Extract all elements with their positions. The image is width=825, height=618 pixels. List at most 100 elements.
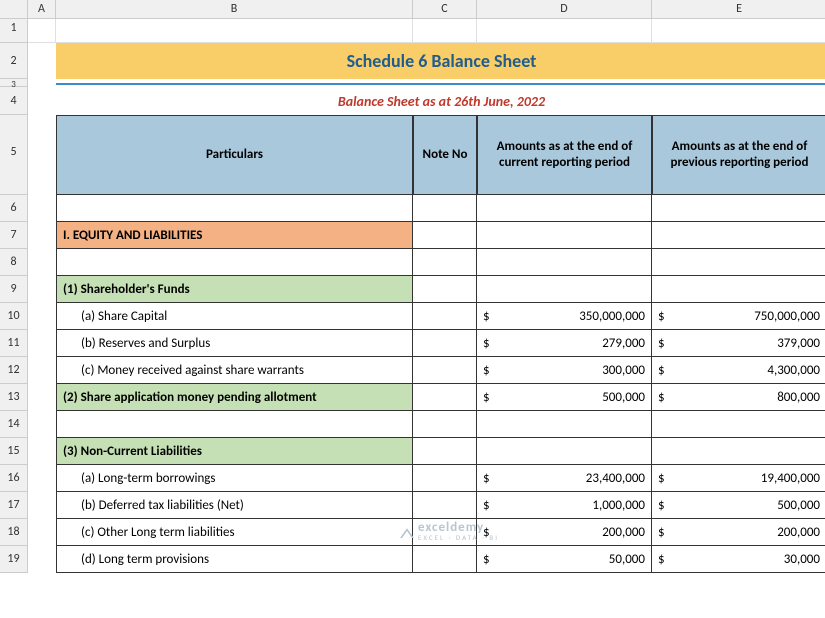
header-particulars[interactable]: Particulars [56, 115, 413, 195]
particulars-cell[interactable]: (2) Share application money pending allo… [56, 384, 413, 411]
cell[interactable] [28, 303, 56, 330]
amount-current-cell[interactable] [477, 276, 652, 303]
amount-previous-cell[interactable] [652, 195, 825, 222]
particulars-cell[interactable] [56, 249, 413, 276]
col-header-D[interactable]: D [477, 0, 652, 19]
cell[interactable] [28, 519, 56, 546]
row-header-8[interactable]: 8 [0, 249, 28, 276]
row-header-1[interactable]: 1 [0, 19, 28, 43]
cell[interactable] [28, 438, 56, 465]
header-note-no[interactable]: Note No [413, 115, 477, 195]
row-header-17[interactable]: 17 [0, 492, 28, 519]
amount-current-cell[interactable]: $279,000 [477, 330, 652, 357]
header-current[interactable]: Amounts as at the end of current reporti… [477, 115, 652, 195]
cell[interactable] [56, 19, 413, 43]
amount-previous-cell[interactable]: $30,000 [652, 546, 825, 573]
amount-current-cell[interactable] [477, 195, 652, 222]
particulars-cell[interactable]: (a) Long-term borrowings [56, 465, 413, 492]
amount-current-cell[interactable] [477, 438, 652, 465]
cell[interactable] [28, 79, 56, 87]
header-previous[interactable]: Amounts as at the end of previous report… [652, 115, 825, 195]
amount-previous-cell[interactable]: $19,400,000 [652, 465, 825, 492]
amount-current-cell[interactable]: $200,000 [477, 519, 652, 546]
note-no-cell[interactable] [413, 222, 477, 249]
cell[interactable] [28, 87, 56, 115]
amount-current-cell[interactable]: $1,000,000 [477, 492, 652, 519]
cell[interactable] [28, 384, 56, 411]
amount-previous-cell[interactable]: $4,300,000 [652, 357, 825, 384]
cell[interactable] [28, 115, 56, 195]
note-no-cell[interactable] [413, 330, 477, 357]
row-header-4[interactable]: 4 [0, 87, 28, 115]
note-no-cell[interactable] [413, 465, 477, 492]
row-header-9[interactable]: 9 [0, 276, 28, 303]
particulars-cell[interactable]: (1) Shareholder's Funds [56, 276, 413, 303]
amount-previous-cell[interactable]: $200,000 [652, 519, 825, 546]
col-header-C[interactable]: C [413, 0, 477, 19]
cell[interactable] [28, 330, 56, 357]
amount-current-cell[interactable] [477, 411, 652, 438]
cell[interactable] [28, 465, 56, 492]
row-header-3[interactable]: 3 [0, 79, 28, 87]
amount-previous-cell[interactable] [652, 411, 825, 438]
particulars-cell[interactable]: (b) Deferred tax liabilities (Net) [56, 492, 413, 519]
subtitle[interactable]: Balance Sheet as at 26th June, 2022 [56, 87, 825, 115]
row-header-11[interactable]: 11 [0, 330, 28, 357]
note-no-cell[interactable] [413, 249, 477, 276]
note-no-cell[interactable] [413, 303, 477, 330]
row-header-2[interactable]: 2 [0, 43, 28, 79]
cell[interactable] [28, 43, 56, 79]
cell[interactable] [28, 249, 56, 276]
note-no-cell[interactable] [413, 492, 477, 519]
cell[interactable] [28, 19, 56, 43]
cell[interactable] [28, 357, 56, 384]
note-no-cell[interactable] [413, 357, 477, 384]
cell[interactable] [28, 411, 56, 438]
particulars-cell[interactable]: (b) Reserves and Surplus [56, 330, 413, 357]
note-no-cell[interactable] [413, 384, 477, 411]
row-header-5[interactable]: 5 [0, 115, 28, 195]
note-no-cell[interactable] [413, 438, 477, 465]
amount-current-cell[interactable]: $300,000 [477, 357, 652, 384]
particulars-cell[interactable] [56, 411, 413, 438]
col-header-E[interactable]: E [652, 0, 825, 19]
cell[interactable] [28, 276, 56, 303]
amount-previous-cell[interactable]: $379,000 [652, 330, 825, 357]
row-header-19[interactable]: 19 [0, 546, 28, 573]
row-header-16[interactable]: 16 [0, 465, 28, 492]
particulars-cell[interactable]: I. EQUITY AND LIABILITIES [56, 222, 413, 249]
particulars-cell[interactable]: (c) Money received against share warrant… [56, 357, 413, 384]
cell[interactable] [413, 19, 477, 43]
row-header-6[interactable]: 6 [0, 195, 28, 222]
cell[interactable] [28, 492, 56, 519]
note-no-cell[interactable] [413, 411, 477, 438]
amount-current-cell[interactable] [477, 222, 652, 249]
cell[interactable] [28, 546, 56, 573]
row-header-18[interactable]: 18 [0, 519, 28, 546]
col-header-A[interactable]: A [28, 0, 56, 19]
amount-current-cell[interactable]: $50,000 [477, 546, 652, 573]
note-no-cell[interactable] [413, 276, 477, 303]
amount-previous-cell[interactable] [652, 222, 825, 249]
amount-previous-cell[interactable]: $750,000,000 [652, 303, 825, 330]
note-no-cell[interactable] [413, 519, 477, 546]
row-header-15[interactable]: 15 [0, 438, 28, 465]
particulars-cell[interactable]: (3) Non-Current Liabilities [56, 438, 413, 465]
cell[interactable] [652, 19, 825, 43]
particulars-cell[interactable]: (a) Share Capital [56, 303, 413, 330]
amount-current-cell[interactable] [477, 249, 652, 276]
cell[interactable] [28, 222, 56, 249]
particulars-cell[interactable]: (d) Long term provisions [56, 546, 413, 573]
amount-previous-cell[interactable]: $800,000 [652, 384, 825, 411]
particulars-cell[interactable]: (c) Other Long term liabilities [56, 519, 413, 546]
amount-current-cell[interactable]: $500,000 [477, 384, 652, 411]
select-all-corner[interactable] [0, 0, 28, 19]
amount-previous-cell[interactable] [652, 438, 825, 465]
row-header-10[interactable]: 10 [0, 303, 28, 330]
note-no-cell[interactable] [413, 546, 477, 573]
particulars-cell[interactable] [56, 195, 413, 222]
row-header-7[interactable]: 7 [0, 222, 28, 249]
amount-previous-cell[interactable] [652, 276, 825, 303]
amount-current-cell[interactable]: $350,000,000 [477, 303, 652, 330]
amount-previous-cell[interactable]: $500,000 [652, 492, 825, 519]
